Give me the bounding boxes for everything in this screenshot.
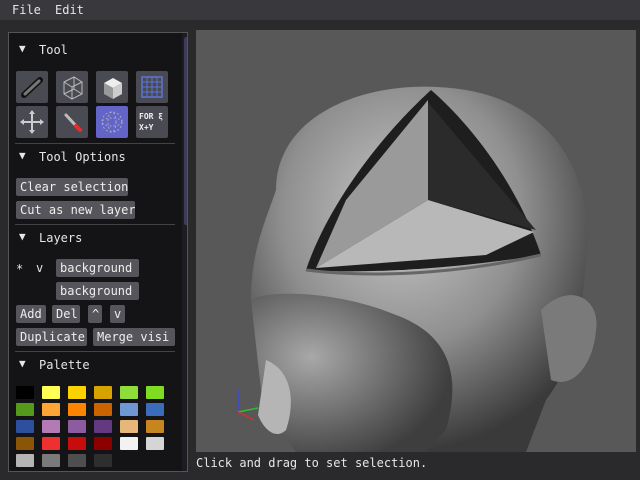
status-bar-text: Click and drag to set selection. (196, 456, 428, 470)
menu-edit[interactable]: Edit (55, 3, 84, 17)
grid-tool[interactable] (136, 71, 168, 103)
palette-swatch[interactable] (68, 420, 86, 433)
add-layer-button[interactable]: Add (16, 305, 46, 323)
palette-swatch[interactable] (94, 454, 112, 467)
cut-as-new-layer-button[interactable]: Cut as new layer (16, 201, 135, 219)
solid-cube-icon (104, 78, 122, 99)
script-tool[interactable]: FOR ξ X+Y (136, 106, 168, 138)
palette-swatch[interactable] (146, 437, 164, 450)
collapse-triangle-icon: ▼ (19, 230, 26, 243)
palette-swatch[interactable] (42, 454, 60, 467)
palette-swatch[interactable] (120, 386, 138, 399)
section-divider (15, 224, 175, 225)
script-line1: FOR ξ (139, 112, 163, 121)
solid-cube-tool[interactable] (96, 71, 128, 103)
palette-swatch[interactable] (42, 386, 60, 399)
palette-swatch[interactable] (68, 386, 86, 399)
palette-swatch[interactable] (146, 403, 164, 416)
palette-swatch[interactable] (120, 403, 138, 416)
move-layer-down-button[interactable]: v (110, 305, 125, 323)
move-arrows-icon (20, 110, 44, 134)
script-icon: FOR ξ X+Y (139, 112, 163, 132)
tool-section-header[interactable]: ▼ Tool (9, 42, 175, 60)
section-divider (15, 143, 175, 144)
palette-swatch[interactable] (16, 437, 34, 450)
palette-swatch[interactable] (94, 437, 112, 450)
merge-visible-button[interactable]: Merge visi (93, 328, 175, 346)
palette-swatch[interactable] (94, 420, 112, 433)
script-line2: X+Y (139, 123, 154, 132)
brush-tool[interactable] (56, 106, 88, 138)
palette-swatch[interactable] (120, 437, 138, 450)
brush-icon (64, 113, 82, 132)
pencil-tool[interactable] (16, 71, 48, 103)
active-layer-marker: * (16, 262, 24, 276)
menu-file[interactable]: File (12, 3, 41, 17)
palette-swatch[interactable] (68, 437, 86, 450)
sidebar-scrollbar[interactable] (182, 33, 187, 471)
palette-swatch[interactable] (16, 454, 34, 467)
palette-swatch[interactable] (94, 403, 112, 416)
palette-swatch[interactable] (94, 386, 112, 399)
layer-item[interactable]: background (56, 282, 139, 300)
section-title: Tool Options (39, 150, 126, 164)
section-title: Tool (39, 43, 68, 57)
tool-options-section-header[interactable]: ▼ Tool Options (9, 149, 175, 167)
section-title: Layers (39, 231, 83, 245)
layer-visibility-toggle[interactable]: v (36, 261, 43, 275)
palette-swatch[interactable] (42, 403, 60, 416)
palette-swatch[interactable] (42, 437, 60, 450)
collapse-triangle-icon: ▼ (19, 357, 26, 370)
palette-swatch[interactable] (146, 386, 164, 399)
move-layer-up-button[interactable]: ^ (88, 305, 102, 323)
collapse-triangle-icon: ▼ (19, 42, 26, 55)
palette-swatch[interactable] (68, 454, 86, 467)
sphere-selection-icon (101, 111, 123, 133)
layer-item[interactable]: background (56, 259, 139, 277)
palette-swatch[interactable] (16, 403, 34, 416)
clear-selection-button[interactable]: Clear selection (16, 178, 128, 196)
palette-swatch[interactable] (68, 403, 86, 416)
sphere-selection-tool[interactable] (96, 106, 128, 138)
layers-section-header[interactable]: ▼ Layers (9, 230, 175, 248)
grid-icon (141, 76, 163, 98)
palette-swatch[interactable] (16, 420, 34, 433)
3d-viewport[interactable] (196, 30, 636, 452)
sidebar-panel: ▼ Tool FOR ξ X+Y ▼ Tool Options Clear se… (8, 32, 188, 472)
palette-swatch[interactable] (146, 420, 164, 433)
palette-swatch[interactable] (120, 420, 138, 433)
axis-gizmo-icon (237, 390, 259, 421)
move-tool[interactable] (16, 106, 48, 138)
duplicate-layer-button[interactable]: Duplicate (16, 328, 87, 346)
palette-section-header[interactable]: ▼ Palette (9, 357, 175, 375)
section-title: Palette (39, 358, 90, 372)
palette-swatch[interactable] (16, 386, 34, 399)
pencil-icon (21, 77, 43, 98)
delete-layer-button[interactable]: Del (52, 305, 80, 323)
scrollbar-thumb[interactable] (184, 37, 187, 225)
wireframe-cube-icon (63, 76, 83, 100)
palette-swatch[interactable] (42, 420, 60, 433)
section-divider (15, 351, 175, 352)
collapse-triangle-icon: ▼ (19, 149, 26, 162)
menu-bar: File Edit (0, 0, 640, 20)
wireframe-cube-tool[interactable] (56, 71, 88, 103)
